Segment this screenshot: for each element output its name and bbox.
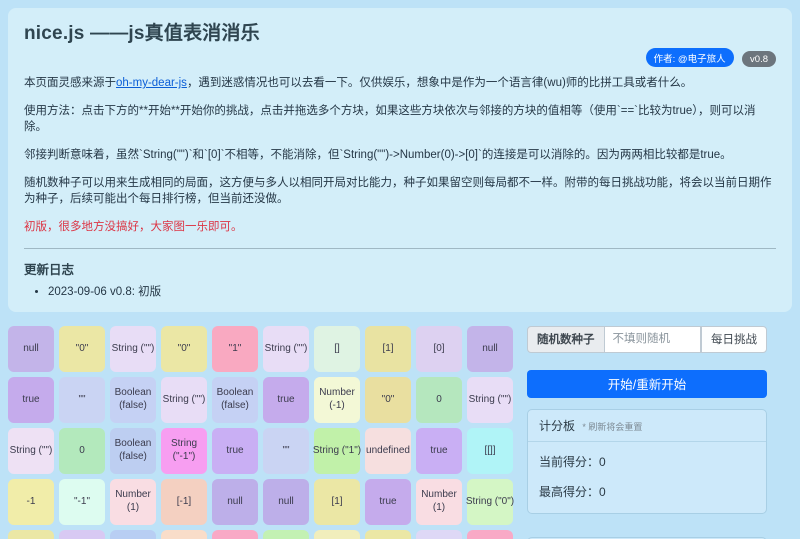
board-cell[interactable]: [[]] [467, 428, 513, 474]
current-score-label: 当前得分： [539, 455, 599, 469]
version-notice: 初版，很多地方没搞好，大家图一乐即可。 [24, 219, 776, 236]
daily-challenge-button[interactable]: 每日挑战 [701, 326, 767, 353]
board-cell[interactable]: -1 [314, 530, 360, 539]
board-cell[interactable]: null [263, 479, 309, 525]
board-cell[interactable]: [-1] [161, 530, 207, 539]
board-cell[interactable]: true [416, 428, 462, 474]
board-cell[interactable]: String ("") [161, 377, 207, 423]
board-cell[interactable]: [0] [416, 326, 462, 372]
board-cell[interactable]: String ("") [8, 428, 54, 474]
board-cell[interactable]: [1] [365, 326, 411, 372]
board-cell[interactable]: null [212, 479, 258, 525]
badge-row: 作者: @电子旅人 v0.8 [24, 48, 776, 64]
board-cell[interactable]: "0" [8, 530, 54, 539]
intro-panel: nice.js ——js真值表消消乐 作者: @电子旅人 v0.8 本页面灵感来… [8, 8, 792, 312]
board-cell[interactable]: "" [59, 377, 105, 423]
board-cell[interactable]: "0" [59, 326, 105, 372]
best-score-label: 最高得分： [539, 485, 599, 499]
sidebar: 随机数种子 每日挑战 开始/重新开始 计分板 * 刷新将会重置 当前得分：0 最… [527, 326, 767, 539]
oh-my-dear-js-link[interactable]: oh-my-dear-js [116, 77, 187, 89]
board-cell[interactable]: true [365, 479, 411, 525]
board-cell[interactable]: [1] [365, 530, 411, 539]
board-cell[interactable]: undefined [365, 428, 411, 474]
board-cell[interactable]: "1" [212, 326, 258, 372]
intro-paragraph-4: 随机数种子可以用来生成相同的局面，这方便与多人以相同开局对比能力，种子如果留空则… [24, 175, 776, 208]
version-badge: v0.8 [742, 51, 776, 67]
page-title: nice.js ——js真值表消消乐 [24, 18, 776, 45]
board-cell[interactable]: Number (1) [416, 479, 462, 525]
current-score-line: 当前得分：0 [539, 453, 755, 470]
board-cell[interactable]: Boolean (false) [110, 428, 156, 474]
board-cell[interactable]: true [263, 377, 309, 423]
board-cell[interactable]: 0 [59, 428, 105, 474]
board-cell[interactable]: "0" [365, 377, 411, 423]
changelog-title: 更新日志 [24, 259, 776, 278]
board-cell[interactable]: "" [263, 428, 309, 474]
board-cell[interactable]: String ("") [110, 326, 156, 372]
intro-paragraph-1: 本页面灵感来源于oh-my-dear-js，遇到迷惑情况也可以去看一下。仅供娱乐… [24, 75, 776, 92]
scoreboard-card: 计分板 * 刷新将会重置 当前得分：0 最高得分：0 [527, 409, 767, 514]
board-cell[interactable]: "-1" [59, 479, 105, 525]
intro-paragraph-1-before: 本页面灵感来源于 [24, 77, 116, 89]
board-cell[interactable]: [-1] [161, 479, 207, 525]
intro-paragraph-1-after: ，遇到迷惑情况也可以去看一下。仅供娱乐，想象中是作为一个语言律(wu)师的比拼工… [187, 77, 692, 89]
board-cell[interactable]: Boolean (false) [110, 530, 156, 539]
board-cell[interactable]: null [8, 326, 54, 372]
board-cell[interactable]: String ("") [467, 377, 513, 423]
divider [24, 248, 776, 249]
board-cell[interactable]: true [8, 377, 54, 423]
intro-paragraph-2: 使用方法：点击下方的**开始**开始你的挑战，点击并拖选多个方块，如果这些方块依… [24, 103, 776, 136]
board-cell[interactable]: Boolean (false) [110, 377, 156, 423]
scoreboard-header: 计分板 * 刷新将会重置 [528, 410, 766, 442]
scoreboard-subtitle: * 刷新将会重置 [582, 422, 642, 432]
board-cell[interactable]: [1] [314, 479, 360, 525]
game-board: null"0"String ("")"0""1"String ("")[][1]… [8, 326, 513, 539]
scoreboard-body: 当前得分：0 最高得分：0 [528, 442, 766, 513]
seed-label: 随机数种子 [527, 326, 605, 353]
best-score-line: 最高得分：0 [539, 483, 755, 500]
board-cell[interactable]: "1" [212, 530, 258, 539]
board-cell[interactable]: String ("1") [263, 530, 309, 539]
board-cell[interactable]: String ("1") [314, 428, 360, 474]
author-badge: 作者: @电子旅人 [646, 48, 734, 67]
seed-input-group: 随机数种子 每日挑战 [527, 326, 767, 353]
start-restart-button[interactable]: 开始/重新开始 [527, 370, 767, 398]
board-cell[interactable]: null [467, 326, 513, 372]
board-cell[interactable]: String ("") [263, 326, 309, 372]
changelog-list: 2023-09-06 v0.8: 初版 [48, 284, 776, 300]
intro-paragraph-3: 邻接判断意味着，虽然`String("")`和`[0]`不相等，不能消除，但`S… [24, 147, 776, 164]
board-cell[interactable]: String ("0") [467, 479, 513, 525]
board-cell[interactable]: String ("-1") [161, 428, 207, 474]
board-cell[interactable]: [] [314, 326, 360, 372]
board-cell[interactable]: -1 [8, 479, 54, 525]
board-cell[interactable]: Number (-1) [314, 377, 360, 423]
board-cell[interactable]: true [212, 428, 258, 474]
board-cell[interactable]: "1" [467, 530, 513, 539]
current-score-value: 0 [599, 455, 606, 469]
scoreboard-title: 计分板 [539, 419, 575, 433]
board-cell[interactable]: "0" [161, 326, 207, 372]
board-cell[interactable]: 0 [416, 377, 462, 423]
board-cell[interactable]: Number (1) [110, 479, 156, 525]
best-score-value: 0 [599, 485, 606, 499]
seed-input[interactable] [605, 326, 702, 353]
main-area: null"0"String ("")"0""1"String ("")[][1]… [8, 326, 792, 539]
board-cell[interactable]: Boolean (false) [212, 377, 258, 423]
board-cell[interactable]: null [59, 530, 105, 539]
board-cell[interactable]: [0] [416, 530, 462, 539]
changelog-item: 2023-09-06 v0.8: 初版 [48, 284, 776, 300]
